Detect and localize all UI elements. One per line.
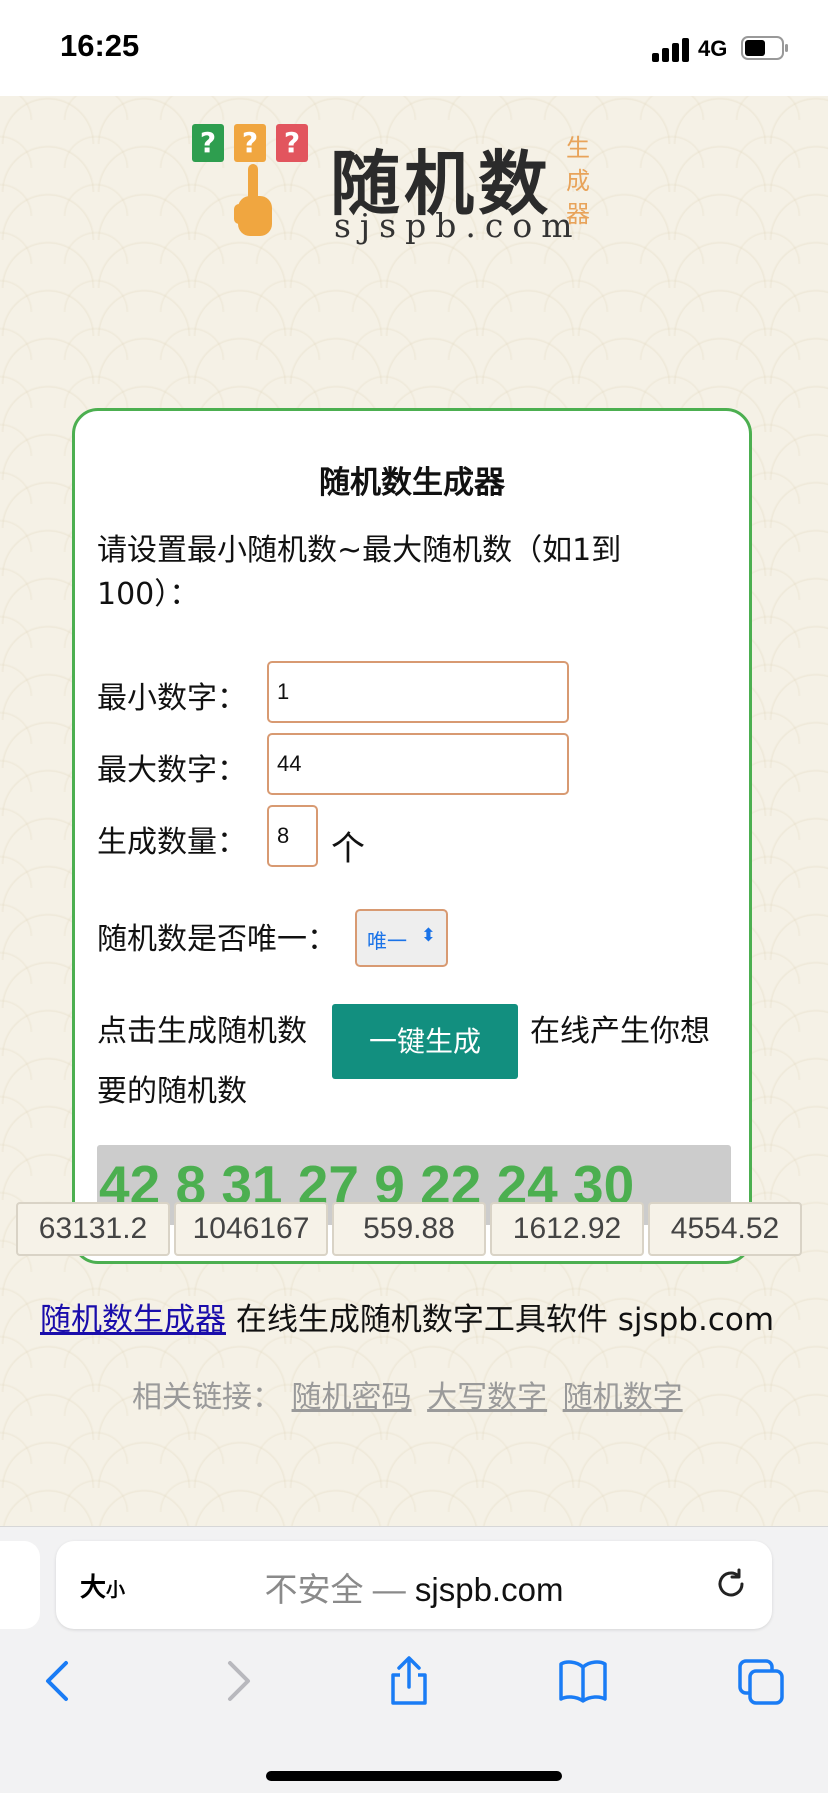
forward-icon[interactable] bbox=[212, 1655, 262, 1707]
battery-icon bbox=[741, 36, 788, 60]
home-indicator bbox=[266, 1771, 562, 1781]
footer-home-link[interactable]: 随机数生成器 bbox=[40, 1302, 226, 1338]
max-label: 最大数字： bbox=[97, 753, 247, 788]
logo-question-mark: ? bbox=[234, 124, 266, 162]
footer-text: 在线生成随机数字工具软件 sjspb.com bbox=[235, 1302, 775, 1338]
related-link-random-number[interactable]: 随机数字 bbox=[563, 1380, 683, 1415]
url-domain: sjspb.com bbox=[414, 1571, 564, 1608]
status-time: 16:25 bbox=[60, 28, 140, 63]
signal-icon bbox=[652, 36, 692, 62]
min-label: 最小数字： bbox=[97, 681, 247, 716]
generate-button[interactable]: 一键生成 bbox=[332, 1004, 518, 1079]
generator-card: 随机数生成器 请设置最小随机数~最大随机数（如1到100）： 最小数字： 1 最… bbox=[72, 408, 752, 1264]
web-page: ? ? ? 随机数 sjspb.com 生成器 随机数生成器 请设置最小随机数~… bbox=[0, 96, 828, 1526]
tabs-icon[interactable] bbox=[736, 1655, 786, 1707]
url-display[interactable]: 不安全 — sjspb.com bbox=[56, 1563, 772, 1611]
share-icon[interactable] bbox=[384, 1655, 434, 1707]
generate-suffix-text: 在线产生你想 bbox=[530, 1014, 710, 1049]
browser-bottom-bar: 大小 不安全 — sjspb.com bbox=[0, 1526, 828, 1793]
value-chip[interactable]: 63131.2 bbox=[16, 1202, 170, 1256]
generate-prefix-text: 点击生成随机数 bbox=[97, 1014, 307, 1049]
related-link-password[interactable]: 随机密码 bbox=[292, 1380, 412, 1415]
previous-tab-peek[interactable] bbox=[0, 1541, 40, 1629]
logo-subtitle: sjspb.com bbox=[334, 206, 582, 245]
related-label: 相关链接： bbox=[132, 1380, 282, 1415]
related-links: 相关链接： 随机密码 大写数字 随机数字 bbox=[132, 1372, 689, 1416]
status-bar: 16:25 4G bbox=[0, 0, 828, 96]
min-number-input[interactable]: 1 bbox=[267, 661, 569, 723]
value-chip[interactable]: 4554.52 bbox=[648, 1202, 802, 1256]
unique-select-value: 唯一 bbox=[367, 929, 407, 953]
value-chip[interactable]: 1612.92 bbox=[490, 1202, 644, 1256]
back-icon[interactable] bbox=[34, 1655, 84, 1707]
unique-select[interactable]: 唯一 ⬍ bbox=[355, 909, 448, 967]
unique-label: 随机数是否唯一： bbox=[97, 922, 337, 957]
insecure-label: 不安全 — bbox=[264, 1571, 415, 1608]
logo-question-mark: ? bbox=[276, 124, 308, 162]
pointing-hand-icon bbox=[234, 164, 272, 236]
instruction-text: 请设置最小随机数~最大随机数（如1到100）： bbox=[97, 533, 622, 612]
bookmarks-icon[interactable] bbox=[558, 1655, 608, 1707]
network-label: 4G bbox=[698, 36, 728, 61]
max-number-input[interactable]: 44 bbox=[267, 733, 569, 795]
chevron-updown-icon: ⬍ bbox=[420, 925, 436, 946]
reload-icon[interactable] bbox=[712, 1565, 750, 1603]
value-chip[interactable]: 559.88 bbox=[332, 1202, 486, 1256]
count-label: 生成数量： bbox=[97, 825, 247, 860]
site-logo[interactable]: ? ? ? 随机数 sjspb.com 生成器 bbox=[190, 124, 600, 245]
count-input[interactable]: 8 bbox=[267, 805, 318, 867]
footer-line: 随机数生成器 在线生成随机数字工具软件 sjspb.com bbox=[40, 1294, 774, 1339]
value-chip[interactable]: 1046167 bbox=[174, 1202, 328, 1256]
card-title: 随机数生成器 bbox=[319, 465, 505, 501]
logo-question-mark: ? bbox=[192, 124, 224, 162]
logo-side-text: 生成器 bbox=[566, 134, 590, 228]
count-unit: 个 bbox=[331, 829, 365, 869]
address-bar[interactable]: 大小 不安全 — sjspb.com bbox=[56, 1541, 772, 1629]
value-chips: 63131.2 1046167 559.88 1612.92 4554.52 bbox=[16, 1202, 820, 1258]
related-link-uppercase-number[interactable]: 大写数字 bbox=[427, 1380, 547, 1415]
generate-suffix-text-2: 要的随机数 bbox=[97, 1074, 247, 1109]
